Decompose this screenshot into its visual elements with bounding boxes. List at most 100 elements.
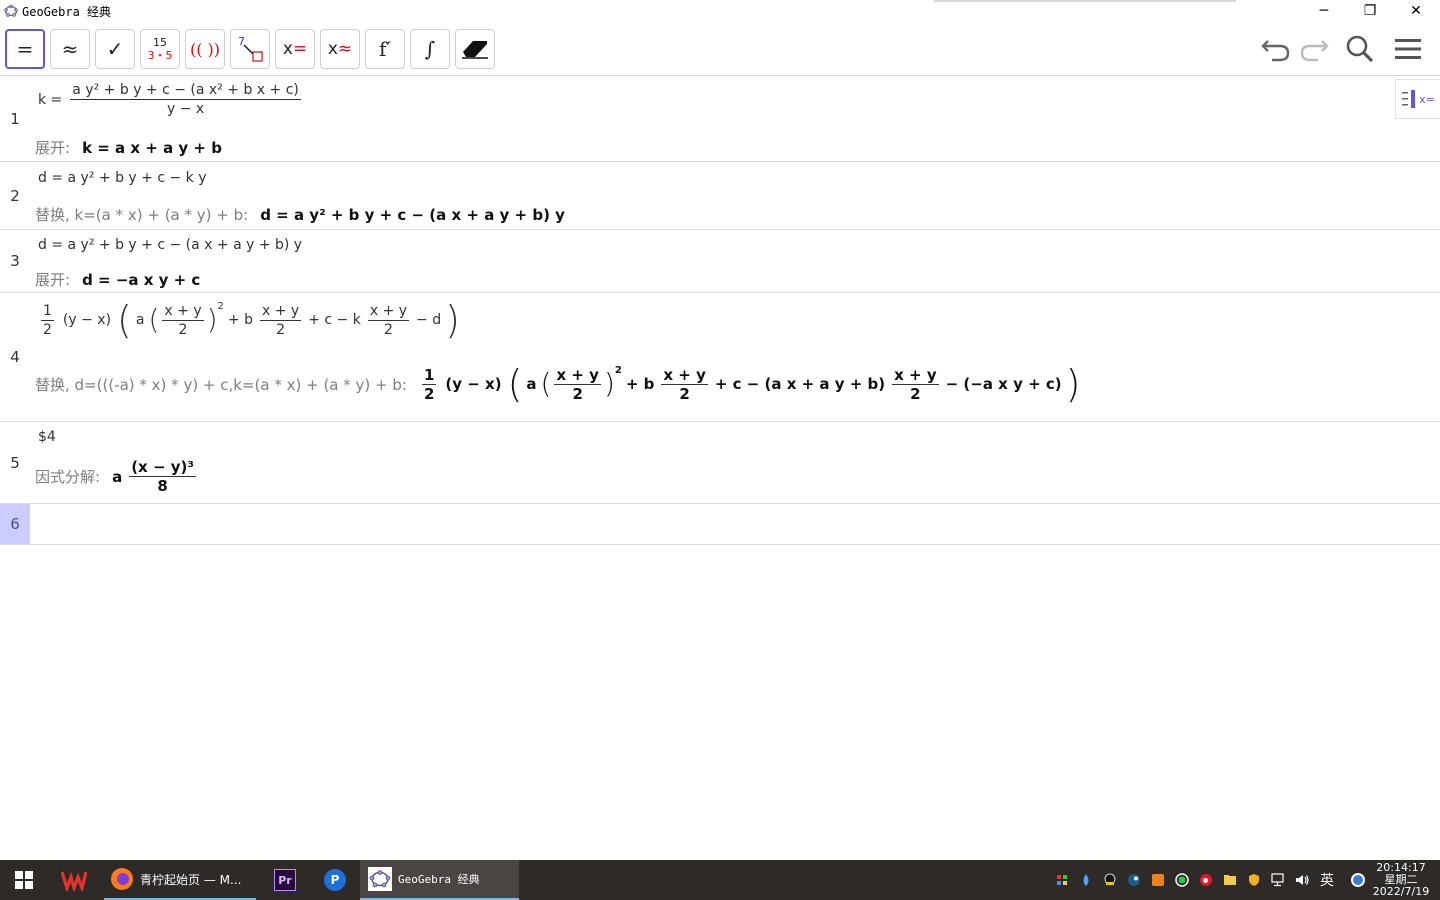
result-den: 8: [157, 477, 168, 495]
cas-input[interactable]: $4: [38, 429, 56, 445]
top-strip: [934, 0, 1236, 2]
expand-tool-button[interactable]: (( )): [185, 29, 225, 69]
p-app-icon: P: [324, 869, 346, 891]
geogebra-logo-icon: [4, 4, 18, 17]
cas-row-6[interactable]: 6: [0, 504, 1440, 545]
term-c-k: + c − k: [308, 312, 361, 328]
xy-fraction-3: x + y 2: [892, 365, 939, 403]
output-command-label: 展开:: [35, 271, 71, 289]
search-button[interactable]: [1342, 31, 1378, 67]
xy-den: 2: [276, 321, 286, 338]
cas-input[interactable]: d = a y² + b y + c − (a x + a y + b) y: [38, 237, 302, 253]
keep-input-tool-button[interactable]: ✓: [95, 29, 135, 69]
tray-network-icon[interactable]: [1270, 872, 1286, 888]
premiere-taskbar-button[interactable]: Pr: [270, 860, 300, 900]
cas-input[interactable]: d = a y² + b y + c − k y: [38, 170, 207, 186]
open-paren-inner: (: [148, 303, 160, 336]
checkmark-icon: ✓: [106, 37, 124, 61]
xy-num: x + y: [162, 302, 204, 321]
square-exponent: 2: [217, 301, 224, 312]
geogebra-label: GeoGebra 经典: [398, 873, 480, 886]
restore-button[interactable]: ❐: [1347, 0, 1393, 22]
square-exponent: 2: [614, 365, 622, 376]
premiere-icon: Pr: [274, 869, 296, 891]
xy-num: x + y: [554, 365, 601, 385]
tray-shield-icon[interactable]: [1246, 872, 1262, 888]
p-app-taskbar-button[interactable]: P: [320, 860, 350, 900]
integral-tool-button[interactable]: ∫: [410, 29, 450, 69]
term-b: + b: [227, 312, 253, 328]
minimize-button[interactable]: ─: [1301, 0, 1347, 22]
xy-num: x + y: [260, 302, 302, 321]
menu-button[interactable]: [1390, 31, 1426, 67]
solve-numeric-icon: x≈: [327, 39, 353, 59]
factor-top-label: 15: [153, 36, 167, 49]
term-d: − (−a x y + c): [945, 375, 1062, 393]
start-button[interactable]: [8, 860, 40, 900]
tray-qq-icon[interactable]: [1102, 872, 1118, 888]
numeric-tool-button[interactable]: ≈: [50, 29, 90, 69]
tray-volume-icon[interactable]: [1294, 872, 1310, 888]
cas-row-4[interactable]: 4 1 2 (y − x) ( a ( x + y 2 ) 2 + b x + …: [0, 293, 1440, 422]
geogebra-taskbar-button[interactable]: GeoGebra 经典: [360, 860, 519, 900]
output-expression: a (x − y)³ 8: [112, 458, 199, 495]
search-icon: [1346, 35, 1374, 63]
cas-row-5[interactable]: 5 $4 因式分解: a (x − y)³ 8: [0, 422, 1440, 504]
tray-steam-icon[interactable]: [1126, 872, 1142, 888]
cas-output: 替换, d=(((-a) * x) * y) + c,k=(a * x) + (…: [35, 365, 1080, 403]
tray-green-icon[interactable]: [1174, 872, 1190, 888]
row-number: 4: [10, 348, 20, 366]
close-button[interactable]: ✕: [1393, 0, 1439, 22]
close-paren: ): [1065, 362, 1081, 406]
input-fraction: a y² + b y + c − (a x² + b x + c) y − x: [70, 81, 301, 118]
system-tray: 英: [1050, 860, 1370, 900]
tray-folder-icon[interactable]: [1222, 872, 1238, 888]
tray-weibo-icon[interactable]: [1198, 872, 1214, 888]
xy-fraction: x + y 2: [554, 365, 601, 403]
fraction-numerator: a y² + b y + c − (a x² + b x + c): [70, 82, 301, 100]
undo-button[interactable]: [1258, 31, 1294, 67]
cas-output: 展开: k = a x + a y + b: [35, 137, 222, 158]
cas-row-2[interactable]: 2 d = a y² + b y + c − k y 替换, k=(a * x)…: [0, 162, 1440, 230]
firefox-taskbar-button[interactable]: 青柠起始页 — M...: [104, 860, 256, 900]
cas-output: 展开: d = −a x y + c: [35, 269, 200, 290]
title-bar: GeoGebra 经典 ─ ❐ ✕: [0, 0, 1440, 22]
solve-numerically-tool-button[interactable]: x≈: [320, 29, 360, 69]
derivative-tool-button[interactable]: f′: [365, 29, 405, 69]
xy-num: x + y: [367, 302, 410, 321]
xy-num: x + y: [892, 365, 939, 385]
cas-row-3[interactable]: 3 d = a y² + b y + c − (a x + a y + b) y…: [0, 230, 1440, 293]
input-lhs: k =: [38, 91, 63, 108]
output-command-label: 因式分解:: [35, 468, 101, 486]
close-paren-inner: ): [603, 367, 615, 400]
tray-drop-icon[interactable]: [1078, 872, 1094, 888]
cas-input[interactable]: k = a y² + b y + c − (a x² + b x + c) y …: [38, 81, 304, 118]
cas-row-1[interactable]: 1 k = a y² + b y + c − (a x² + b x + c) …: [0, 77, 1440, 162]
ime-indicator[interactable]: 英: [1318, 872, 1336, 889]
evaluate-tool-button[interactable]: =: [5, 29, 45, 69]
solve-tool-button[interactable]: x=: [275, 29, 315, 69]
approx-icon: ≈: [61, 37, 79, 61]
output-expression: k = a x + a y + b: [82, 138, 222, 157]
xy-fraction-3: x + y 2: [367, 302, 410, 339]
firefox-label: 青柠起始页 — M...: [140, 872, 242, 887]
expand-icon: (( )): [189, 39, 221, 59]
factor-y-minus-x: (y − x): [445, 375, 502, 393]
delete-tool-button[interactable]: [455, 29, 495, 69]
integral-icon: ∫: [424, 37, 436, 61]
xy-den: 2: [383, 321, 393, 338]
cas-empty-input[interactable]: [38, 512, 1418, 536]
tray-orange-icon[interactable]: [1150, 872, 1166, 888]
taskbar-clock[interactable]: 20:14:17 星期二 2022/7/19: [1370, 860, 1432, 900]
tray-color-icon[interactable]: [1054, 872, 1070, 888]
half-num: 1: [421, 365, 437, 385]
tray-ifly-icon[interactable]: [1350, 872, 1366, 888]
substitute-tool-button[interactable]: 7: [230, 29, 270, 69]
cas-input[interactable]: 1 2 (y − x) ( a ( x + y 2 ) 2 + b x + y …: [38, 301, 460, 339]
wps-taskbar-button[interactable]: [56, 860, 92, 900]
redo-button[interactable]: [1296, 31, 1332, 67]
windows-taskbar: 青柠起始页 — M... Pr P GeoGebra 经典 英: [0, 860, 1440, 900]
output-expression: d = −a x y + c: [82, 270, 201, 289]
factor-tool-button[interactable]: 15 3・5: [140, 29, 180, 69]
wps-logo-icon: [61, 871, 87, 891]
